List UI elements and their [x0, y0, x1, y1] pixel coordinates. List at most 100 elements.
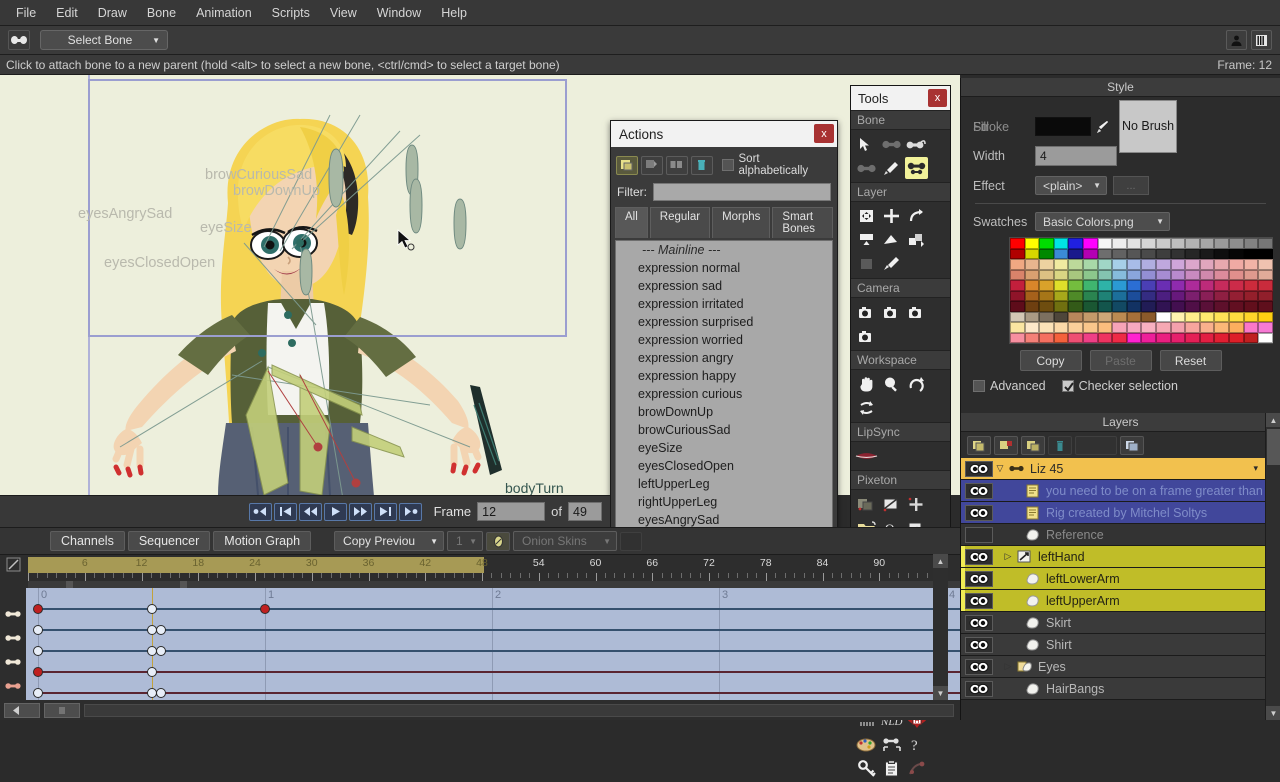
- skip-end-icon[interactable]: [398, 502, 422, 521]
- color-swatch[interactable]: [1155, 322, 1171, 333]
- user-icon[interactable]: [1226, 30, 1247, 50]
- reset-button[interactable]: Reset: [1159, 350, 1222, 371]
- keyframe-marker[interactable]: [146, 667, 157, 677]
- color-swatch[interactable]: [1170, 322, 1186, 333]
- scroll-up-icon[interactable]: ▲: [933, 554, 948, 568]
- color-swatch[interactable]: [1243, 301, 1259, 312]
- color-swatch[interactable]: [1053, 248, 1069, 259]
- lipsync-mouth-icon[interactable]: [855, 445, 878, 467]
- move-layer-icon[interactable]: [880, 205, 903, 227]
- color-swatch[interactable]: [1068, 301, 1083, 312]
- zoom-workspace-icon[interactable]: [880, 373, 903, 395]
- layer-expand-twisty-icon[interactable]: ▷: [1001, 551, 1015, 562]
- timeline-scroll-left-button[interactable]: [4, 702, 40, 718]
- timeline-ruler[interactable]: 6 12 18 24 30 36 42 48 54 60 66 72 78 84 90: [0, 554, 960, 589]
- delete-layer-icon[interactable]: [994, 436, 1018, 455]
- color-swatch[interactable]: [1024, 301, 1040, 312]
- color-swatch[interactable]: [1199, 280, 1215, 291]
- color-swatch[interactable]: [1082, 290, 1098, 301]
- layer-row[interactable]: you need to be on a frame greater than 0: [961, 480, 1280, 502]
- actions-list-item[interactable]: eyesClosedOpen: [616, 457, 832, 475]
- layer-visibility-toggle-icon[interactable]: [965, 460, 993, 477]
- color-swatch[interactable]: [1199, 301, 1215, 312]
- trash-icon[interactable]: [1048, 436, 1072, 455]
- timeline-horizontal-scrollbar[interactable]: [84, 703, 954, 717]
- timeline-zoom-handle[interactable]: [44, 702, 80, 718]
- color-swatch[interactable]: [1010, 259, 1025, 270]
- color-swatch[interactable]: [1024, 248, 1040, 259]
- color-swatch[interactable]: [1097, 290, 1113, 301]
- actions-list-item[interactable]: expression normal: [616, 259, 832, 277]
- swatches-dropdown[interactable]: Basic Colors.png ▼: [1035, 212, 1170, 231]
- color-swatch[interactable]: [1010, 290, 1025, 301]
- color-swatch[interactable]: [1082, 238, 1098, 249]
- color-swatch[interactable]: [1112, 280, 1127, 291]
- bone-tool-icon[interactable]: [8, 30, 30, 50]
- color-swatch[interactable]: [1068, 290, 1083, 301]
- pan-workspace-icon[interactable]: [855, 373, 878, 395]
- color-swatch[interactable]: [1141, 259, 1156, 270]
- close-icon[interactable]: x: [814, 124, 834, 143]
- color-swatch[interactable]: [1126, 280, 1142, 291]
- color-swatch[interactable]: [1258, 301, 1273, 312]
- misc-icon[interactable]: [905, 757, 928, 779]
- color-swatch[interactable]: [1024, 238, 1040, 249]
- color-swatch[interactable]: [1010, 332, 1025, 343]
- color-swatch[interactable]: [1214, 311, 1229, 322]
- color-swatch[interactable]: [1112, 290, 1127, 301]
- color-swatch[interactable]: [1199, 259, 1215, 270]
- keyframe-marker[interactable]: [146, 604, 157, 614]
- color-swatch[interactable]: [1258, 290, 1273, 301]
- rewind-icon[interactable]: [298, 502, 322, 521]
- color-swatch[interactable]: [1039, 238, 1054, 249]
- blank-icon[interactable]: [1075, 436, 1117, 455]
- eyedropper-icon[interactable]: [880, 253, 903, 275]
- color-swatch[interactable]: [1199, 290, 1215, 301]
- actions-list-item[interactable]: expression irritated: [616, 295, 832, 313]
- color-swatch[interactable]: [1185, 248, 1200, 259]
- color-swatch[interactable]: [1141, 311, 1156, 322]
- menu-item-view[interactable]: View: [320, 2, 367, 24]
- color-swatch[interactable]: [1141, 280, 1156, 291]
- stroke-color-swatch[interactable]: [1035, 117, 1091, 136]
- layer-visibility-toggle-icon[interactable]: [965, 570, 993, 587]
- layer-menu-icon[interactable]: ▾: [1253, 463, 1258, 474]
- color-swatch[interactable]: [1228, 311, 1244, 322]
- keyframe-track[interactable]: [38, 608, 960, 610]
- color-swatch[interactable]: [1126, 269, 1142, 280]
- color-swatch[interactable]: [1185, 269, 1200, 280]
- actions-list-item[interactable]: expression angry: [616, 349, 832, 367]
- color-swatch[interactable]: [1141, 269, 1156, 280]
- layer-settings-icon[interactable]: [1120, 436, 1144, 455]
- layer-visibility-toggle-icon[interactable]: [965, 614, 993, 631]
- layers-list[interactable]: ▽ Liz 45 ▾ you need to be on a frame greate…: [961, 458, 1280, 700]
- color-swatch[interactable]: [1170, 269, 1186, 280]
- palette-icon[interactable]: [855, 733, 878, 755]
- color-swatch[interactable]: [1097, 322, 1113, 333]
- timeline-extra-icon[interactable]: [620, 531, 643, 551]
- color-swatch[interactable]: [1214, 238, 1229, 249]
- color-swatch[interactable]: [1243, 322, 1259, 333]
- color-swatch[interactable]: [1228, 322, 1244, 333]
- layer-row[interactable]: Rig created by Mitchel Soltys: [961, 502, 1280, 524]
- library-icon[interactable]: [1251, 30, 1272, 50]
- effect-dropdown[interactable]: <plain> ▼: [1035, 176, 1107, 195]
- layers-scroll-thumb[interactable]: [1267, 429, 1280, 465]
- delete-action-icon[interactable]: [690, 155, 713, 175]
- layer-visibility-toggle-icon[interactable]: [965, 548, 993, 565]
- color-swatch[interactable]: [1199, 248, 1215, 259]
- color-swatch[interactable]: [1082, 322, 1098, 333]
- color-swatch[interactable]: [1243, 269, 1259, 280]
- skip-start-icon[interactable]: [248, 502, 272, 521]
- layer-visibility-toggle-icon[interactable]: [965, 526, 993, 543]
- color-swatch[interactable]: [1053, 269, 1069, 280]
- shear-layer-icon[interactable]: [855, 229, 878, 251]
- prev-key-icon[interactable]: [273, 502, 297, 521]
- actions-tab-all[interactable]: All: [615, 207, 648, 238]
- color-swatch[interactable]: [1010, 238, 1025, 249]
- fast-forward-icon[interactable]: [348, 502, 372, 521]
- manipulate-bones-icon[interactable]: [880, 157, 903, 179]
- color-swatch[interactable]: [1010, 322, 1025, 333]
- color-swatch[interactable]: [1126, 290, 1142, 301]
- color-swatch[interactable]: [1185, 238, 1200, 249]
